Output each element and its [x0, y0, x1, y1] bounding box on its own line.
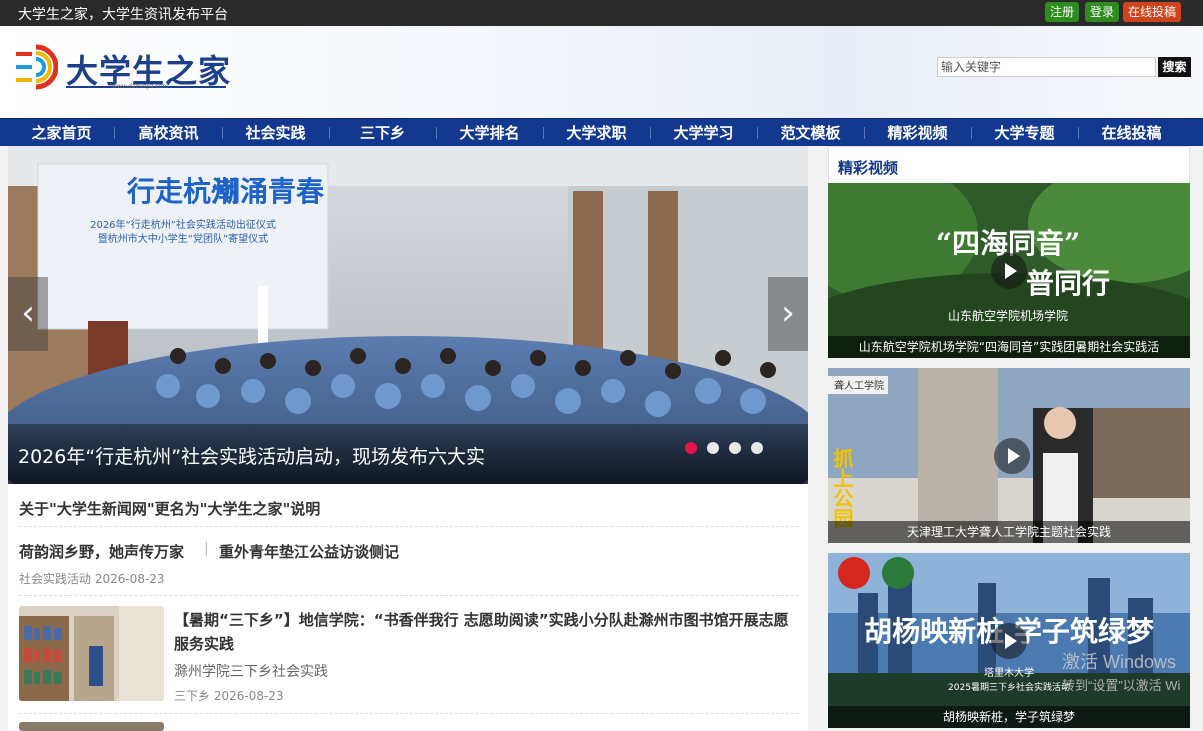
main-nav: 之家首页 高校资讯 社会实践 三下乡 大学排名 大学求职 大学学习 范文模板 精…	[0, 118, 1203, 146]
slide-caption[interactable]: 2026年“行走杭州”社会实践活动启动，现场发布六大实	[18, 442, 485, 469]
nav-item-templates[interactable]: 范文模板	[757, 119, 864, 147]
top-bar: 大学生之家，大学生资讯发布平台 注册 登录 在线投稿	[0, 0, 1203, 26]
video-art-side-text: 抓上公园	[830, 447, 854, 528]
login-button[interactable]: 登录	[1085, 2, 1120, 22]
nav-item-campus-news[interactable]: 高校资讯	[115, 119, 222, 147]
site-url: www.daxuejia.com	[112, 83, 169, 90]
register-button[interactable]: 注册	[1045, 2, 1080, 22]
play-icon[interactable]	[991, 623, 1027, 659]
video-art-subtitle: 山东航空学院机场学院	[948, 308, 1068, 323]
video-card[interactable]: 聋人工学院 抓上公园 天津理工大学聋人工学院主题社会实践	[828, 368, 1190, 543]
nav-item-three-to-countryside[interactable]: 三下乡	[329, 119, 436, 147]
video-art-subtitle: 2025暑期三下乡社会实践活动	[948, 681, 1070, 693]
site-logo-icon[interactable]	[14, 44, 58, 90]
nav-item-home[interactable]: 之家首页	[8, 119, 115, 147]
screen-title-2: 潮涌青春	[212, 175, 324, 208]
video-section-title[interactable]: 精彩视频	[838, 157, 898, 178]
play-icon[interactable]	[991, 253, 1027, 289]
news-title[interactable]: 【暑期“三下乡”】地信学院：“书香伴我行 志愿助阅读”实践小分队赴滁州市图书馆开…	[174, 608, 798, 656]
nav-item-topics[interactable]: 大学专题	[971, 119, 1078, 147]
news-divider	[19, 526, 799, 527]
windows-watermark: 激活 Windows	[1062, 652, 1177, 672]
video-art-label: 聋人工学院	[834, 379, 884, 392]
video-sidebar: 精彩视频 “四海同音” 普同行 山东航空学院机场学院 山东航空学院机场学院“四海…	[828, 146, 1190, 731]
slider-next-button[interactable]: ›	[768, 277, 808, 351]
nav-item-social-practice[interactable]: 社会实践	[222, 119, 329, 147]
video-card[interactable]: 胡杨映新桩 学子筑绿梦 塔里木大学 2025暑期三下乡社会实践活动 胡杨映新桩，…	[828, 553, 1190, 728]
news-thumbnail[interactable]	[19, 606, 164, 701]
search-input[interactable]	[937, 57, 1156, 77]
news-title[interactable]: 关于"大学生新闻网"更名为"大学生之家"说明	[19, 498, 320, 519]
screen-subtitle: 2026年“行走杭州”社会实践活动出征仪式	[90, 218, 276, 231]
news-thumbnail[interactable]	[19, 722, 164, 731]
news-divider	[19, 713, 799, 714]
video-caption[interactable]: 胡杨映新桩，学子筑绿梦	[828, 706, 1190, 728]
slider-dot-3[interactable]	[729, 442, 741, 454]
search-button[interactable]: 搜索	[1158, 57, 1191, 77]
slider-dot-4[interactable]	[751, 442, 763, 454]
hero-slider[interactable]: 行走杭州 潮涌青春 2026年“行走杭州”社会实践活动出征仪式 暨杭州市大中小学…	[8, 146, 808, 484]
nav-item-submit[interactable]: 在线投稿	[1078, 119, 1185, 147]
news-meta: 三下乡 2026-08-23	[174, 689, 284, 703]
screen-subtitle-2: 暨杭州市大中小学生“党团队”寄望仪式	[98, 232, 268, 245]
submit-article-button[interactable]: 在线投稿	[1123, 2, 1182, 22]
play-icon[interactable]	[994, 438, 1030, 474]
slider-dot-2[interactable]	[707, 442, 719, 454]
site-slogan: 大学生之家，大学生资讯发布平台	[18, 7, 228, 23]
slider-prev-button[interactable]: ‹	[8, 277, 48, 351]
nav-item-study[interactable]: 大学学习	[650, 119, 757, 147]
news-list: 关于"大学生新闻网"更名为"大学生之家"说明 荷韵润乡野，她声传万家 | 重外青…	[8, 484, 808, 731]
site-header: 大学生之家 www.daxuejia.com 搜索	[0, 26, 1203, 118]
slider-dot-1[interactable]	[685, 442, 697, 454]
nav-item-jobs[interactable]: 大学求职	[543, 119, 650, 147]
video-art-title-2: 普同行	[1026, 267, 1110, 300]
news-divider	[19, 595, 799, 596]
title-separator: |	[204, 541, 209, 557]
nav-item-videos[interactable]: 精彩视频	[864, 119, 971, 147]
video-art-org: 塔里木大学	[984, 666, 1034, 679]
video-card[interactable]: “四海同音” 普同行 山东航空学院机场学院 山东航空学院机场学院“四海同音”实践…	[828, 183, 1190, 358]
nav-item-rankings[interactable]: 大学排名	[436, 119, 543, 147]
news-meta: 社会实践活动 2026-08-23	[19, 572, 165, 586]
video-section-header: 精彩视频	[828, 146, 1190, 183]
windows-watermark-sub: 转到“设置”以激活 Wi	[1062, 678, 1181, 693]
news-desc: 滁州学院三下乡社会实践	[174, 664, 328, 680]
news-title[interactable]: 荷韵润乡野，她声传万家	[19, 541, 184, 562]
video-caption[interactable]: 山东航空学院机场学院“四海同音”实践团暑期社会实践活	[828, 336, 1190, 358]
video-caption[interactable]: 天津理工大学聋人工学院主题社会实践	[828, 521, 1190, 543]
news-title-2[interactable]: 重外青年垫江公益访谈侧记	[219, 541, 399, 562]
